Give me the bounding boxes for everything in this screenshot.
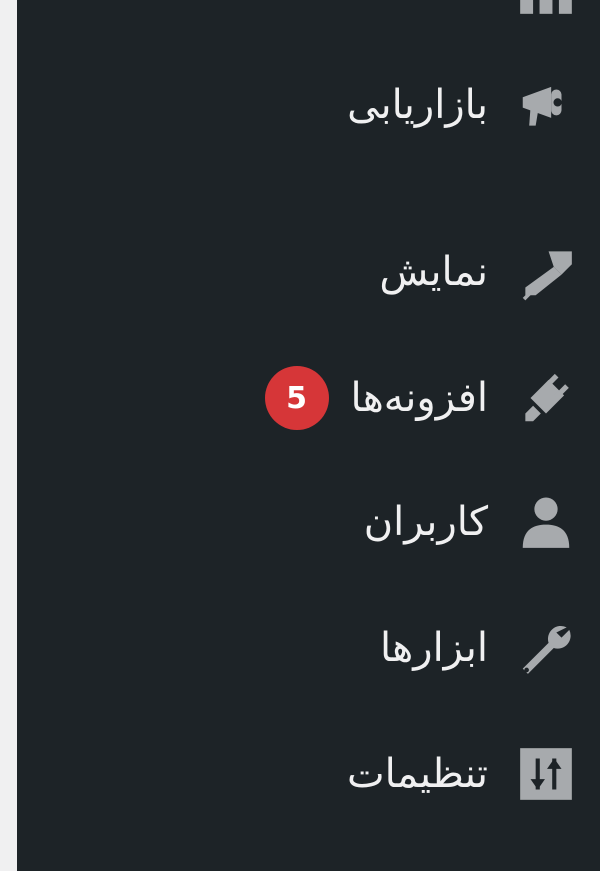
sidebar-item-marketing[interactable]: بازاریابی xyxy=(17,55,600,155)
wrench-icon xyxy=(514,616,578,680)
sidebar-item-label: افزونه‌ها xyxy=(350,375,488,421)
sidebar-item-tools[interactable]: ابزارها xyxy=(17,598,600,698)
sidebar-item-label: کاربران xyxy=(363,499,488,545)
admin-sidebar-menu: بازاریابی نمایش افزونه‌ها 5 xyxy=(17,0,600,871)
sidebar-item-settings[interactable]: تنظیمات xyxy=(17,724,600,824)
sidebar-item-users[interactable]: کاربران xyxy=(17,472,600,572)
sidebar-item-appearance[interactable]: نمایش xyxy=(17,222,600,322)
megaphone-icon xyxy=(514,73,578,137)
settings-sliders-icon xyxy=(514,742,578,806)
update-count-badge: 5 xyxy=(264,366,329,430)
sidebar-item-label: ابزارها xyxy=(379,625,488,671)
plugin-icon xyxy=(514,366,578,430)
paintbrush-icon xyxy=(514,240,578,304)
sidebar-item-label: تنظیمات xyxy=(346,751,488,797)
dashboard-icon xyxy=(514,0,578,20)
page-background-strip xyxy=(0,0,17,871)
sidebar-item-label: نمایش xyxy=(379,249,488,295)
sidebar-item-plugins[interactable]: افزونه‌ها 5 xyxy=(17,348,600,448)
user-icon xyxy=(514,490,578,554)
sidebar-item-label: بازاریابی xyxy=(347,82,488,128)
